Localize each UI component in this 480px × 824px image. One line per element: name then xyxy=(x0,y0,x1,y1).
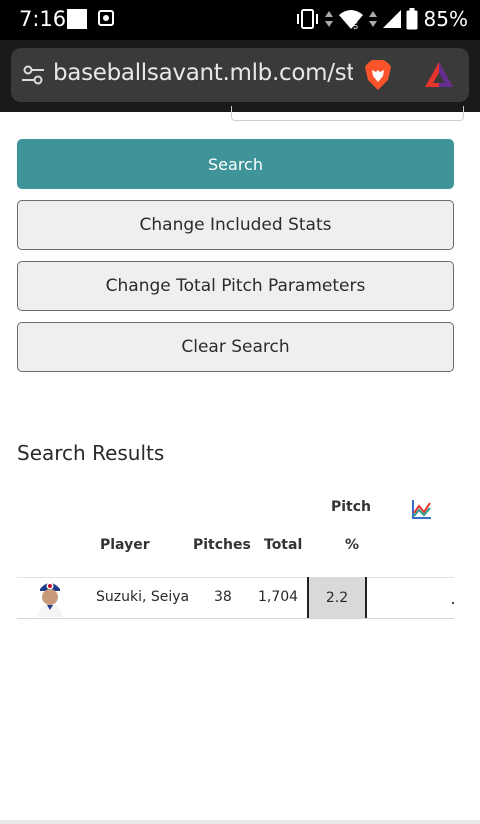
column-header-player[interactable]: Player xyxy=(100,537,150,553)
change-included-stats-button[interactable]: Change Included Stats xyxy=(17,200,454,250)
column-header-total[interactable]: Total xyxy=(264,537,302,553)
player-avatar xyxy=(38,582,62,617)
battery-icon xyxy=(406,8,418,30)
wifi-icon: 5 xyxy=(338,10,363,30)
partial-select-field[interactable] xyxy=(231,106,464,121)
battery-percent: 85% xyxy=(423,7,468,31)
search-results-heading: Search Results xyxy=(17,441,165,465)
change-pitch-parameters-button[interactable]: Change Total Pitch Parameters xyxy=(17,261,454,311)
notification-icon xyxy=(67,9,87,29)
data-arrows-icon-2 xyxy=(368,11,377,27)
pitch-pct-value: 2.2 xyxy=(307,577,367,619)
data-arrows-icon xyxy=(324,11,333,27)
pitches-value: 38 xyxy=(214,589,232,605)
wifi-badge: 5 xyxy=(353,21,358,30)
column-header-pitch-pct-line1[interactable]: Pitch xyxy=(331,499,371,515)
brave-shields-icon[interactable] xyxy=(361,58,395,92)
browser-toolbar: baseballsavant.mlb.com/statcast xyxy=(0,40,480,112)
camera-notification-icon xyxy=(98,10,114,26)
site-settings-icon[interactable] xyxy=(21,64,45,86)
status-time: 7:16 xyxy=(19,7,67,31)
chart-icon[interactable] xyxy=(411,498,433,520)
status-bar: 7:16 5 85% xyxy=(0,0,480,40)
address-bar[interactable]: baseballsavant.mlb.com/statcast xyxy=(11,48,469,102)
table-row-divider xyxy=(17,577,454,578)
player-name[interactable]: Suzuki, Seiya xyxy=(96,589,189,605)
table-row-divider-bottom xyxy=(17,618,454,619)
vibrate-icon xyxy=(296,9,318,29)
system-icons: 5 85% xyxy=(296,6,468,32)
column-header-pitches[interactable]: Pitches xyxy=(193,537,251,553)
column-header-pitch-pct-line2[interactable]: % xyxy=(345,537,359,553)
total-value: 1,704 xyxy=(258,589,299,605)
page-bottom-edge xyxy=(0,820,480,824)
brave-rewards-icon[interactable] xyxy=(423,60,455,90)
search-button[interactable]: Search xyxy=(17,139,454,189)
scroll-edge-marker xyxy=(452,602,454,604)
cell-signal-icon xyxy=(382,10,401,28)
clear-search-button[interactable]: Clear Search xyxy=(17,322,454,372)
url-text[interactable]: baseballsavant.mlb.com/statcast xyxy=(53,60,353,90)
